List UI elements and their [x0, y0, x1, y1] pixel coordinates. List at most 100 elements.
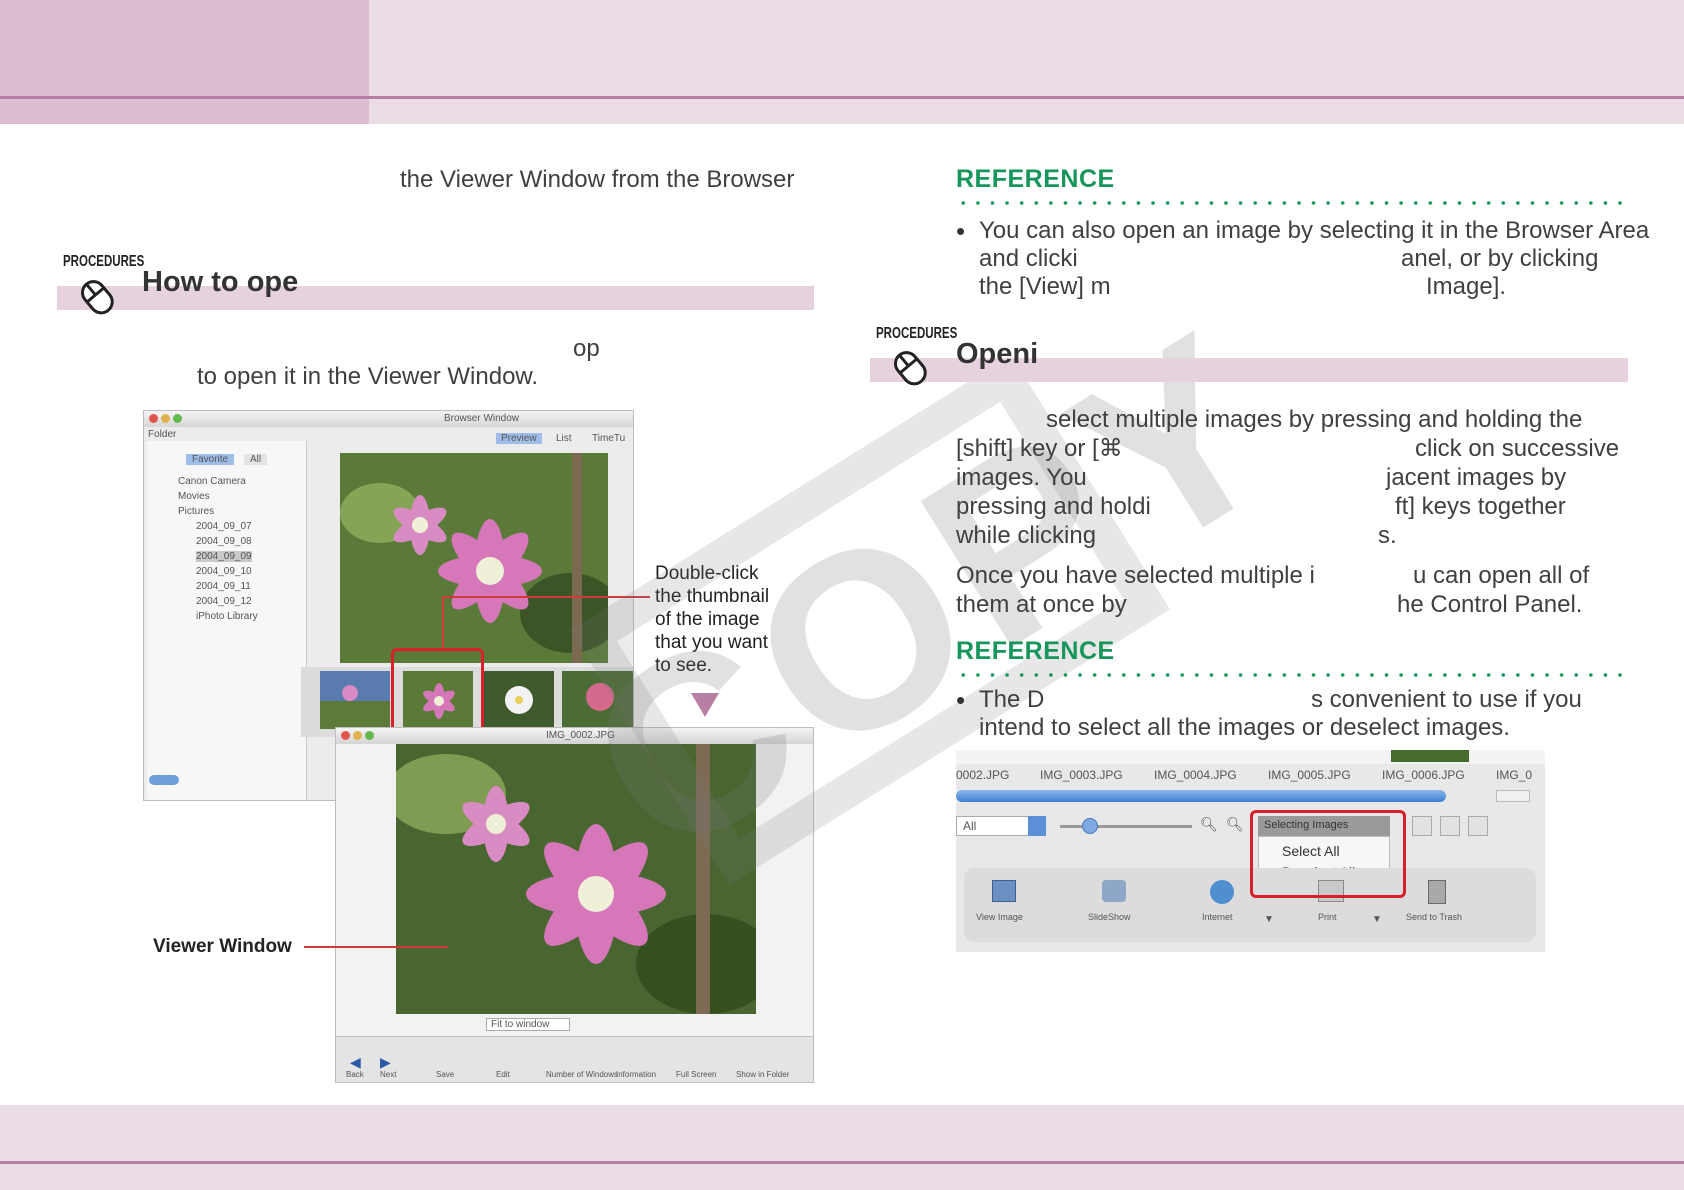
reference-text-1-line2b: anel, or by clicking — [1401, 245, 1599, 272]
button-label: Send to Trash — [1406, 912, 1463, 922]
toolbar-label: Save — [436, 1070, 455, 1079]
para1-line4b: ft] keys together — [1395, 493, 1566, 520]
para2-line2a: them at once by — [956, 591, 1127, 618]
layout-icon[interactable] — [1412, 816, 1432, 836]
reference-text-2-line1b: s convenient to use if you — [1311, 686, 1582, 713]
view-tab-timetunnel[interactable]: TimeTu — [592, 433, 625, 444]
viewer-window-title: IMG_0002.JPG — [546, 730, 615, 741]
close-dot[interactable] — [341, 731, 350, 740]
toolbar-label: Number of Windows — [546, 1070, 619, 1079]
viewer-image — [396, 744, 756, 1014]
selecting-images-highlight — [1250, 810, 1406, 898]
progress-scrollbar[interactable] — [956, 790, 1446, 802]
mouse-icon — [81, 280, 114, 315]
callout-line-vertical — [442, 596, 444, 648]
chevron-down-icon[interactable] — [1028, 816, 1046, 836]
tree-item[interactable]: 2004_09_07 — [196, 521, 252, 532]
scroll-thumb[interactable] — [149, 775, 179, 785]
scroll-arrows[interactable] — [1496, 790, 1530, 802]
para1-line3a: images. You — [956, 464, 1087, 491]
reference-divider-2 — [956, 673, 1628, 677]
thumbnail-edge — [1391, 750, 1469, 762]
back-icon[interactable]: ◀ — [350, 1054, 361, 1071]
thumbnail-4[interactable] — [562, 671, 634, 729]
button-label: Print — [1318, 912, 1337, 922]
slideshow-icon[interactable] — [1102, 880, 1126, 902]
footer-rule — [0, 1161, 1684, 1164]
filename: IMG_0005.JPG — [1268, 768, 1351, 782]
button-label: SlideShow — [1088, 912, 1131, 922]
next-icon[interactable]: ▶ — [380, 1054, 391, 1071]
reference-divider-1 — [956, 201, 1628, 205]
trash-icon[interactable] — [1428, 880, 1446, 904]
callout-thumbnail: Double-click the thumbnail of the image … — [655, 563, 770, 676]
tree-item[interactable]: 2004_09_10 — [196, 566, 252, 577]
procedure-title-left: How to ope — [142, 266, 299, 298]
view-tab-list[interactable]: List — [556, 433, 572, 444]
arrow-down-icon — [691, 693, 719, 717]
reference-text-2-line1a: The D — [979, 686, 1045, 713]
button-label: View Image — [976, 912, 1023, 922]
filename: IMG_0 — [1496, 768, 1533, 782]
para2-line1b: u can open all of — [1413, 562, 1590, 589]
tree-item[interactable]: 2004_09_11 — [196, 581, 251, 592]
reference-text-1-line2a: and clicki — [979, 245, 1078, 272]
chevron-down-icon[interactable]: ▼ — [1264, 914, 1274, 925]
reference-bullet-1: • — [956, 216, 966, 246]
toolbar-label: Information — [616, 1070, 657, 1079]
view-tab-preview[interactable]: Preview — [496, 433, 542, 444]
mouse-icon — [894, 351, 927, 386]
zoom-dot[interactable] — [365, 731, 374, 740]
thumbnail-1[interactable] — [320, 671, 390, 729]
tree-item[interactable]: 2004_09_08 — [196, 536, 252, 547]
callout-viewer-window: Viewer Window — [153, 936, 292, 957]
minimize-dot[interactable] — [353, 731, 362, 740]
tree-item[interactable]: Movies — [178, 491, 210, 502]
header-rule — [0, 96, 1684, 99]
zoom-select[interactable]: Fit to window — [486, 1018, 571, 1031]
toolbar-label: Full Screen — [676, 1070, 717, 1079]
para1-line2b: click on successive — [1415, 435, 1620, 462]
para2-line1a: Once you have selected multiple i — [956, 562, 1315, 589]
thumbnail-3[interactable] — [484, 671, 554, 729]
zoom-dot[interactable] — [173, 414, 182, 423]
tab-favorite[interactable]: Favorite — [186, 454, 235, 465]
minimize-dot[interactable] — [161, 414, 170, 423]
view-image-icon[interactable] — [992, 880, 1016, 902]
zoom-out-icon[interactable]: 🔍︎ — [1200, 816, 1218, 833]
tree-item[interactable]: 2004_09_12 — [196, 596, 252, 607]
para1-line1: select multiple images by pressing and h… — [1046, 406, 1583, 433]
step-text: to open it in the Viewer Window. — [197, 363, 539, 390]
para1-line3b: jacent images by — [1386, 464, 1567, 491]
tab-all[interactable]: All — [244, 454, 268, 465]
reference-text-2-line2: intend to select all the images or desel… — [979, 714, 1510, 741]
layout-icon[interactable] — [1440, 816, 1460, 836]
step-text-fragment: op — [573, 335, 600, 362]
zoom-slider-track[interactable] — [1060, 825, 1192, 828]
filename: 0002.JPG — [956, 768, 1010, 782]
tree-item[interactable]: Canon Camera — [178, 476, 246, 487]
para1-line5a: while clicking — [956, 522, 1097, 549]
tree-item[interactable]: Pictures — [178, 506, 214, 517]
chevron-down-icon[interactable]: ▼ — [1372, 914, 1382, 925]
reference-text-1-line3a: the [View] m — [979, 273, 1111, 300]
reference-bullet-2: • — [956, 685, 966, 715]
viewer-window-screenshot: IMG_0002.JPG Fit to window ◀ ▶ Back Next… — [335, 727, 814, 1083]
tree-item[interactable]: iPhoto Library — [196, 611, 258, 622]
procedures-label-left: PROCEDURES — [63, 253, 145, 270]
para1-line2a: [shift] key or [⌘ — [956, 435, 1123, 462]
internet-icon[interactable] — [1210, 880, 1234, 904]
zoom-in-icon[interactable]: 🔍︎ — [1226, 816, 1244, 833]
procedure-title-right: Openi — [956, 338, 1039, 370]
filename: IMG_0003.JPG — [1040, 768, 1123, 782]
toolbar-label: Back — [346, 1070, 364, 1079]
filename: IMG_0006.JPG — [1382, 768, 1465, 782]
callout-line-viewer — [304, 946, 448, 948]
reference-text-1-line3b: Image]. — [1426, 273, 1507, 300]
tree-item-selected[interactable]: 2004_09_09 — [196, 551, 252, 562]
close-dot[interactable] — [149, 414, 158, 423]
layout-icon[interactable] — [1468, 816, 1488, 836]
zoom-slider-thumb[interactable] — [1082, 818, 1098, 834]
preview-image — [340, 453, 608, 663]
para2-line2b: he Control Panel. — [1397, 591, 1583, 618]
